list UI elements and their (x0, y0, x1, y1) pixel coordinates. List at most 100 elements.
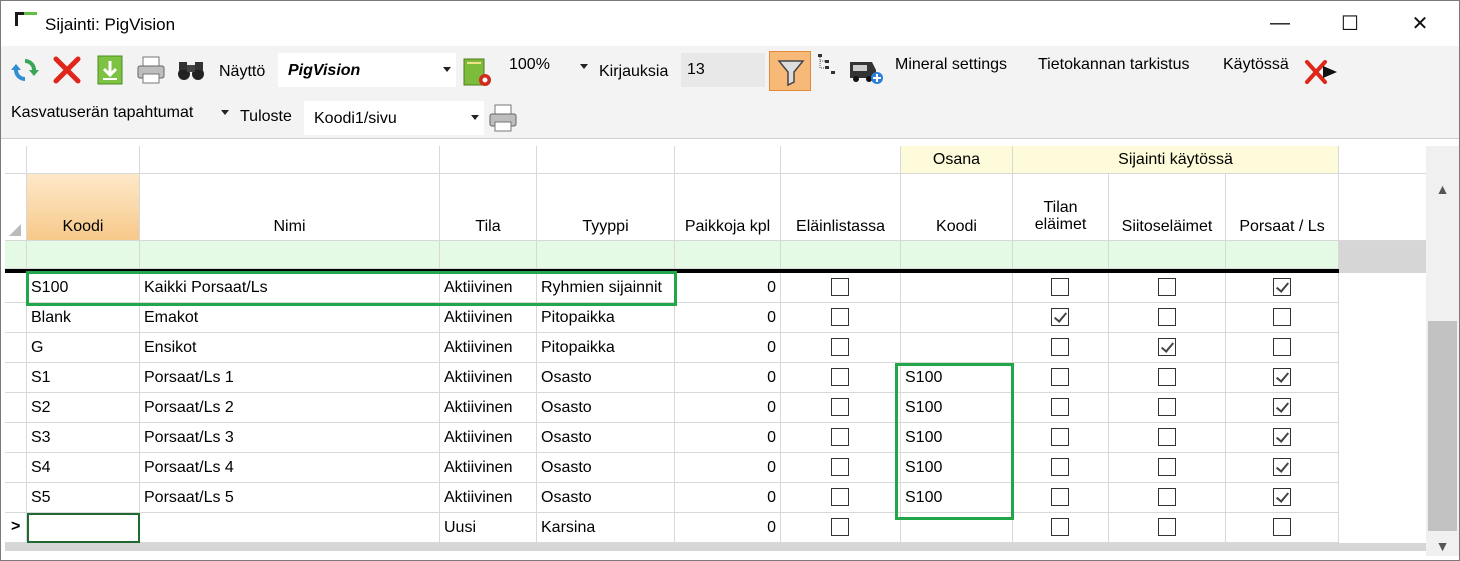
cell-osana[interactable]: S100 (901, 453, 1013, 483)
column-header-nimi[interactable]: Nimi (140, 174, 440, 241)
row-header[interactable] (5, 453, 27, 483)
cell-tilan[interactable] (1013, 483, 1109, 513)
mineral-settings-button[interactable]: Mineral settings (895, 56, 1007, 74)
cell-elainlistassa[interactable] (781, 423, 901, 453)
cell-elainlistassa[interactable] (781, 273, 901, 303)
siitos-checkbox[interactable] (1157, 308, 1176, 326)
minimize-button[interactable]: — (1245, 1, 1315, 46)
cell-osana[interactable]: S100 (901, 423, 1013, 453)
scroll-down-icon[interactable]: ▼ (1426, 531, 1459, 561)
cell-elainlistassa[interactable] (781, 453, 901, 483)
cell-tila[interactable]: Aktiivinen (440, 333, 537, 363)
elainlistassa-checkbox[interactable] (831, 368, 849, 386)
porsaat-checkbox[interactable] (1272, 398, 1291, 416)
cell-nimi[interactable]: Emakot (140, 303, 440, 333)
scroll-up-icon[interactable]: ▲ (1426, 174, 1459, 204)
cell-tilan[interactable] (1013, 333, 1109, 363)
cell-tila[interactable]: Aktiivinen (440, 363, 537, 393)
cell-osana[interactable] (901, 303, 1013, 333)
filter-cell-koodi[interactable] (27, 241, 140, 269)
tree-view-icon[interactable] (816, 52, 840, 76)
new-row-cell-tilan[interactable] (1013, 513, 1109, 543)
column-header-osana-koodi[interactable]: Koodi (901, 174, 1013, 241)
cell-porsaat[interactable] (1226, 423, 1339, 453)
tuloste-dropdown[interactable]: Koodi1/sivu (303, 100, 485, 136)
filter-cell-paikkoja[interactable] (675, 241, 781, 269)
tilan-checkbox[interactable] (1051, 488, 1069, 506)
row-header[interactable] (5, 333, 27, 363)
cell-nimi[interactable]: Porsaat/Ls 1 (140, 363, 440, 393)
scroll-thumb[interactable] (1428, 321, 1457, 531)
new-row-cell-siitos[interactable] (1109, 513, 1226, 543)
filter-cell-tilan[interactable] (1013, 241, 1109, 269)
row-header-corner[interactable] (5, 174, 27, 241)
cell-tilan[interactable] (1013, 303, 1109, 333)
siitos-checkbox[interactable] (1157, 458, 1176, 476)
porsaat-checkbox[interactable] (1272, 488, 1291, 506)
row-header[interactable]: > (5, 513, 27, 543)
column-header-tila[interactable]: Tila (440, 174, 537, 241)
cell-osana[interactable]: S100 (901, 363, 1013, 393)
new-row-cell-tyyppi[interactable]: Karsina (537, 513, 675, 543)
cell-paikkoja[interactable]: 0 (675, 393, 781, 423)
row-header[interactable] (5, 303, 27, 333)
filter-cell-elainlistassa[interactable] (781, 241, 901, 269)
cell-siitos[interactable] (1109, 483, 1226, 513)
porsaat-checkbox[interactable] (1272, 518, 1291, 536)
elainlistassa-checkbox[interactable] (831, 518, 849, 536)
cell-elainlistassa[interactable] (781, 483, 901, 513)
cell-siitos[interactable] (1109, 333, 1226, 363)
column-header-porsaat-ls[interactable]: Porsaat / Ls (1226, 174, 1339, 241)
zoom-dropdown[interactable]: 100% (501, 52, 593, 88)
cell-koodi[interactable]: S100 (27, 273, 140, 303)
elainlistassa-checkbox[interactable] (831, 398, 849, 416)
kasvatuseran-tapahtumat-menu[interactable]: Kasvatuserän tapahtumat (11, 104, 193, 122)
row-header[interactable] (5, 483, 27, 513)
cell-porsaat[interactable] (1226, 363, 1339, 393)
cell-porsaat[interactable] (1226, 393, 1339, 423)
filter-cell-porsaat[interactable] (1226, 241, 1339, 269)
porsaat-checkbox[interactable] (1272, 278, 1291, 296)
cell-siitos[interactable] (1109, 453, 1226, 483)
tilan-checkbox[interactable] (1051, 518, 1069, 536)
cell-elainlistassa[interactable] (781, 393, 901, 423)
close-view-icon[interactable] (1303, 56, 1339, 88)
cell-koodi[interactable]: S4 (27, 453, 140, 483)
cell-osana[interactable] (901, 333, 1013, 363)
tilan-checkbox[interactable] (1051, 368, 1069, 386)
cell-tila[interactable]: Aktiivinen (440, 393, 537, 423)
cell-porsaat[interactable] (1226, 303, 1339, 333)
elainlistassa-checkbox[interactable] (831, 338, 849, 356)
cell-siitos[interactable] (1109, 273, 1226, 303)
cell-siitos[interactable] (1109, 303, 1226, 333)
cell-paikkoja[interactable]: 0 (675, 273, 781, 303)
filter-button[interactable] (769, 51, 811, 91)
cell-nimi[interactable]: Porsaat/Ls 5 (140, 483, 440, 513)
siitos-checkbox[interactable] (1157, 488, 1176, 506)
cell-tilan[interactable] (1013, 423, 1109, 453)
new-row-cell-tila[interactable]: Uusi (440, 513, 537, 543)
cell-koodi[interactable]: Blank (27, 303, 140, 333)
cell-tyyppi[interactable]: Osasto (537, 363, 675, 393)
siitos-checkbox[interactable] (1157, 278, 1176, 296)
maximize-button[interactable]: ☐ (1315, 1, 1385, 46)
cell-tyyppi[interactable]: Pitopaikka (537, 333, 675, 363)
siitos-checkbox[interactable] (1157, 368, 1176, 386)
binoculars-icon[interactable] (175, 54, 207, 86)
cell-nimi[interactable]: Kaikki Porsaat/Ls (140, 273, 440, 303)
cell-koodi[interactable]: S1 (27, 363, 140, 393)
print-icon[interactable] (487, 102, 519, 134)
column-header-tilan-elaimet[interactable]: Tilan eläimet (1013, 174, 1109, 241)
new-row-cell-nimi[interactable] (140, 513, 440, 543)
cell-siitos[interactable] (1109, 393, 1226, 423)
column-header-koodi[interactable]: Koodi (27, 174, 140, 241)
new-row-cell-elainlistassa[interactable] (781, 513, 901, 543)
cell-nimi[interactable]: Porsaat/Ls 4 (140, 453, 440, 483)
siitos-checkbox[interactable] (1157, 428, 1176, 446)
cell-elainlistassa[interactable] (781, 303, 901, 333)
cell-osana[interactable] (901, 273, 1013, 303)
cell-nimi[interactable]: Porsaat/Ls 3 (140, 423, 440, 453)
filter-cell-tila[interactable] (440, 241, 537, 269)
cell-paikkoja[interactable]: 0 (675, 333, 781, 363)
cell-tyyppi[interactable]: Pitopaikka (537, 303, 675, 333)
